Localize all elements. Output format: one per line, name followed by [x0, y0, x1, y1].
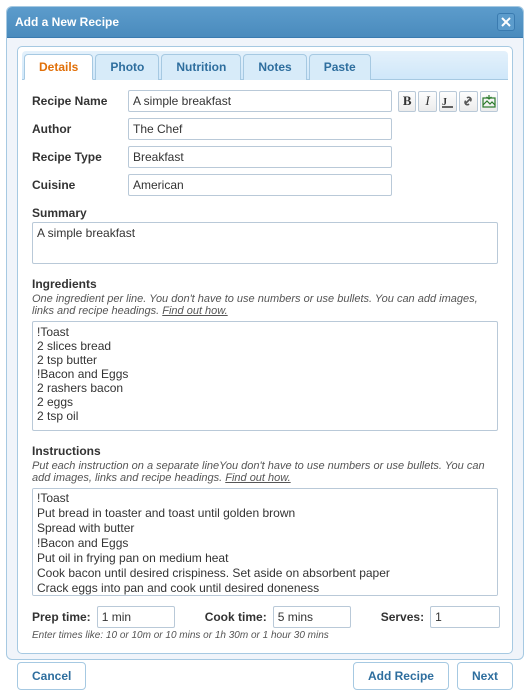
ingredients-find-out-link[interactable]: Find out how.: [162, 305, 227, 317]
author-input[interactable]: [128, 118, 392, 140]
ingredients-textarea[interactable]: [32, 321, 498, 431]
label-cook-time: Cook time:: [205, 610, 267, 624]
serves-input[interactable]: [430, 606, 500, 628]
close-button[interactable]: [497, 13, 515, 31]
heading-icon: J: [441, 95, 454, 108]
tab-photo[interactable]: Photo: [95, 54, 159, 80]
instructions-hint: Put each instruction on a separate lineY…: [32, 460, 498, 484]
summary-textarea[interactable]: [32, 222, 498, 264]
tabs-container: Details Photo Nutrition Notes Paste Reci…: [17, 46, 513, 654]
prep-time-input[interactable]: [97, 606, 175, 628]
label-serves: Serves:: [381, 610, 424, 624]
dialog-footer: Cancel Add Recipe Next: [17, 654, 513, 690]
label-cuisine: Cuisine: [32, 178, 122, 192]
image-icon: [482, 94, 496, 108]
image-button[interactable]: [480, 91, 498, 112]
tab-notes[interactable]: Notes: [243, 54, 306, 80]
label-instructions: Instructions: [32, 444, 498, 458]
next-button[interactable]: Next: [457, 662, 513, 690]
label-recipe-name: Recipe Name: [32, 94, 122, 108]
details-form: Recipe Name B I J: [22, 80, 508, 645]
recipe-type-input[interactable]: [128, 146, 392, 168]
italic-button[interactable]: I: [418, 91, 436, 112]
ingredients-hint: One ingredient per line. You don't have …: [32, 293, 498, 317]
cuisine-input[interactable]: [128, 174, 392, 196]
add-recipe-dialog: Add a New Recipe Details Photo Nutrition…: [6, 6, 524, 660]
cook-time-input[interactable]: [273, 606, 351, 628]
link-button[interactable]: [459, 91, 477, 112]
label-recipe-type: Recipe Type: [32, 150, 122, 164]
label-ingredients: Ingredients: [32, 277, 498, 291]
format-toolbar: B I J: [398, 91, 498, 112]
bold-button[interactable]: B: [398, 91, 416, 112]
dialog-title: Add a New Recipe: [15, 15, 119, 29]
add-recipe-button[interactable]: Add Recipe: [353, 662, 449, 690]
dialog-titlebar: Add a New Recipe: [7, 7, 523, 38]
heading-button[interactable]: J: [439, 91, 457, 112]
tab-paste[interactable]: Paste: [309, 54, 371, 80]
tab-details[interactable]: Details: [24, 54, 93, 80]
instructions-textarea[interactable]: !Toast Put bread in toaster and toast un…: [32, 488, 498, 596]
label-summary: Summary: [32, 206, 498, 220]
recipe-name-input[interactable]: [128, 90, 392, 112]
link-icon: [461, 94, 475, 108]
dialog-body: Details Photo Nutrition Notes Paste Reci…: [7, 38, 523, 700]
close-icon: [501, 17, 511, 27]
time-entry-hint: Enter times like: 10 or 10m or 10 mins o…: [32, 630, 498, 641]
label-author: Author: [32, 122, 122, 136]
cancel-button[interactable]: Cancel: [17, 662, 86, 690]
label-prep-time: Prep time:: [32, 610, 91, 624]
tabbar: Details Photo Nutrition Notes Paste: [22, 51, 508, 80]
tab-nutrition[interactable]: Nutrition: [161, 54, 241, 80]
instructions-find-out-link[interactable]: Find out how.: [225, 472, 290, 484]
